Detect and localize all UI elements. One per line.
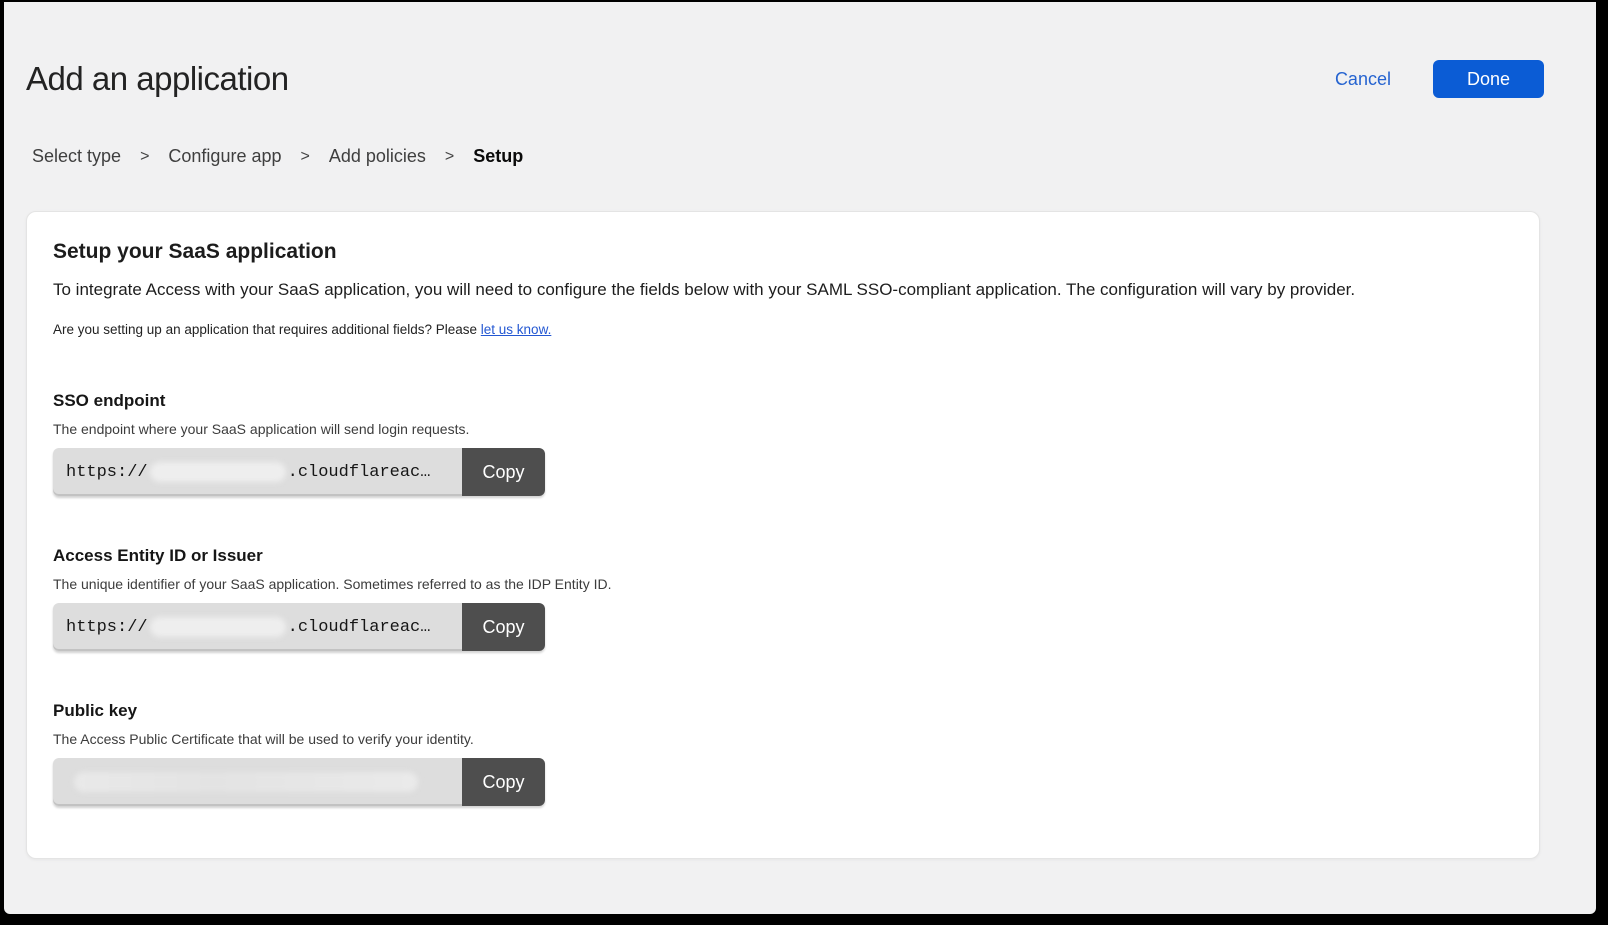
sso-endpoint-value: https:// .cloudflareac… xyxy=(53,448,462,496)
entity-id-value: https:// .cloudflareac… xyxy=(53,603,462,651)
card-heading: Setup your SaaS application xyxy=(53,240,1511,264)
public-key-value-row: Copy xyxy=(53,758,545,806)
public-key-copy-button[interactable]: Copy xyxy=(462,758,545,806)
page-title: Add an application xyxy=(26,60,289,98)
app-window: Add an application Cancel Done Select ty… xyxy=(4,2,1596,914)
sso-endpoint-value-row: https:// .cloudflareac… Copy xyxy=(53,448,545,496)
public-key-description: The Access Public Certificate that will … xyxy=(53,731,1511,747)
sso-endpoint-value-suffix: .cloudflareac… xyxy=(288,463,431,482)
sso-endpoint-value-prefix: https:// xyxy=(66,463,148,482)
wizard-breadcrumb: Select type > Configure app > Add polici… xyxy=(4,98,1596,167)
entity-id-copy-button[interactable]: Copy xyxy=(462,603,545,651)
breadcrumb-separator: > xyxy=(301,148,310,166)
page-header: Add an application Cancel Done xyxy=(4,2,1596,98)
public-key-label: Public key xyxy=(53,701,1511,721)
field-group-sso-endpoint: SSO endpoint The endpoint where your Saa… xyxy=(53,391,1511,496)
field-group-entity-id: Access Entity ID or Issuer The unique id… xyxy=(53,546,1511,651)
done-button[interactable]: Done xyxy=(1433,60,1544,98)
let-us-know-link[interactable]: let us know. xyxy=(481,322,552,337)
breadcrumb-step-add-policies[interactable]: Add policies xyxy=(329,146,426,167)
entity-id-value-prefix: https:// xyxy=(66,618,148,637)
redacted-value-blur xyxy=(150,617,286,637)
entity-id-label: Access Entity ID or Issuer xyxy=(53,546,1511,566)
redacted-value-blur xyxy=(150,462,286,482)
breadcrumb-step-configure-app[interactable]: Configure app xyxy=(168,146,281,167)
header-actions: Cancel Done xyxy=(1335,60,1544,98)
redacted-value-blur xyxy=(74,772,418,792)
entity-id-description: The unique identifier of your SaaS appli… xyxy=(53,576,1511,592)
breadcrumb-step-select-type[interactable]: Select type xyxy=(32,146,121,167)
public-key-value xyxy=(53,758,462,806)
breadcrumb-step-setup-active: Setup xyxy=(473,146,523,167)
screenshot-frame: Add an application Cancel Done Select ty… xyxy=(0,0,1608,925)
card-note-text: Are you setting up an application that r… xyxy=(53,322,481,337)
field-group-public-key: Public key The Access Public Certificate… xyxy=(53,701,1511,806)
setup-card: Setup your SaaS application To integrate… xyxy=(26,211,1540,859)
breadcrumb-separator: > xyxy=(445,148,454,166)
entity-id-value-suffix: .cloudflareac… xyxy=(288,618,431,637)
sso-endpoint-label: SSO endpoint xyxy=(53,391,1511,411)
entity-id-value-row: https:// .cloudflareac… Copy xyxy=(53,603,545,651)
card-note: Are you setting up an application that r… xyxy=(53,322,1511,337)
sso-endpoint-copy-button[interactable]: Copy xyxy=(462,448,545,496)
card-intro-text: To integrate Access with your SaaS appli… xyxy=(53,280,1511,300)
sso-endpoint-description: The endpoint where your SaaS application… xyxy=(53,421,1511,437)
cancel-button[interactable]: Cancel xyxy=(1335,69,1391,90)
breadcrumb-separator: > xyxy=(140,148,149,166)
